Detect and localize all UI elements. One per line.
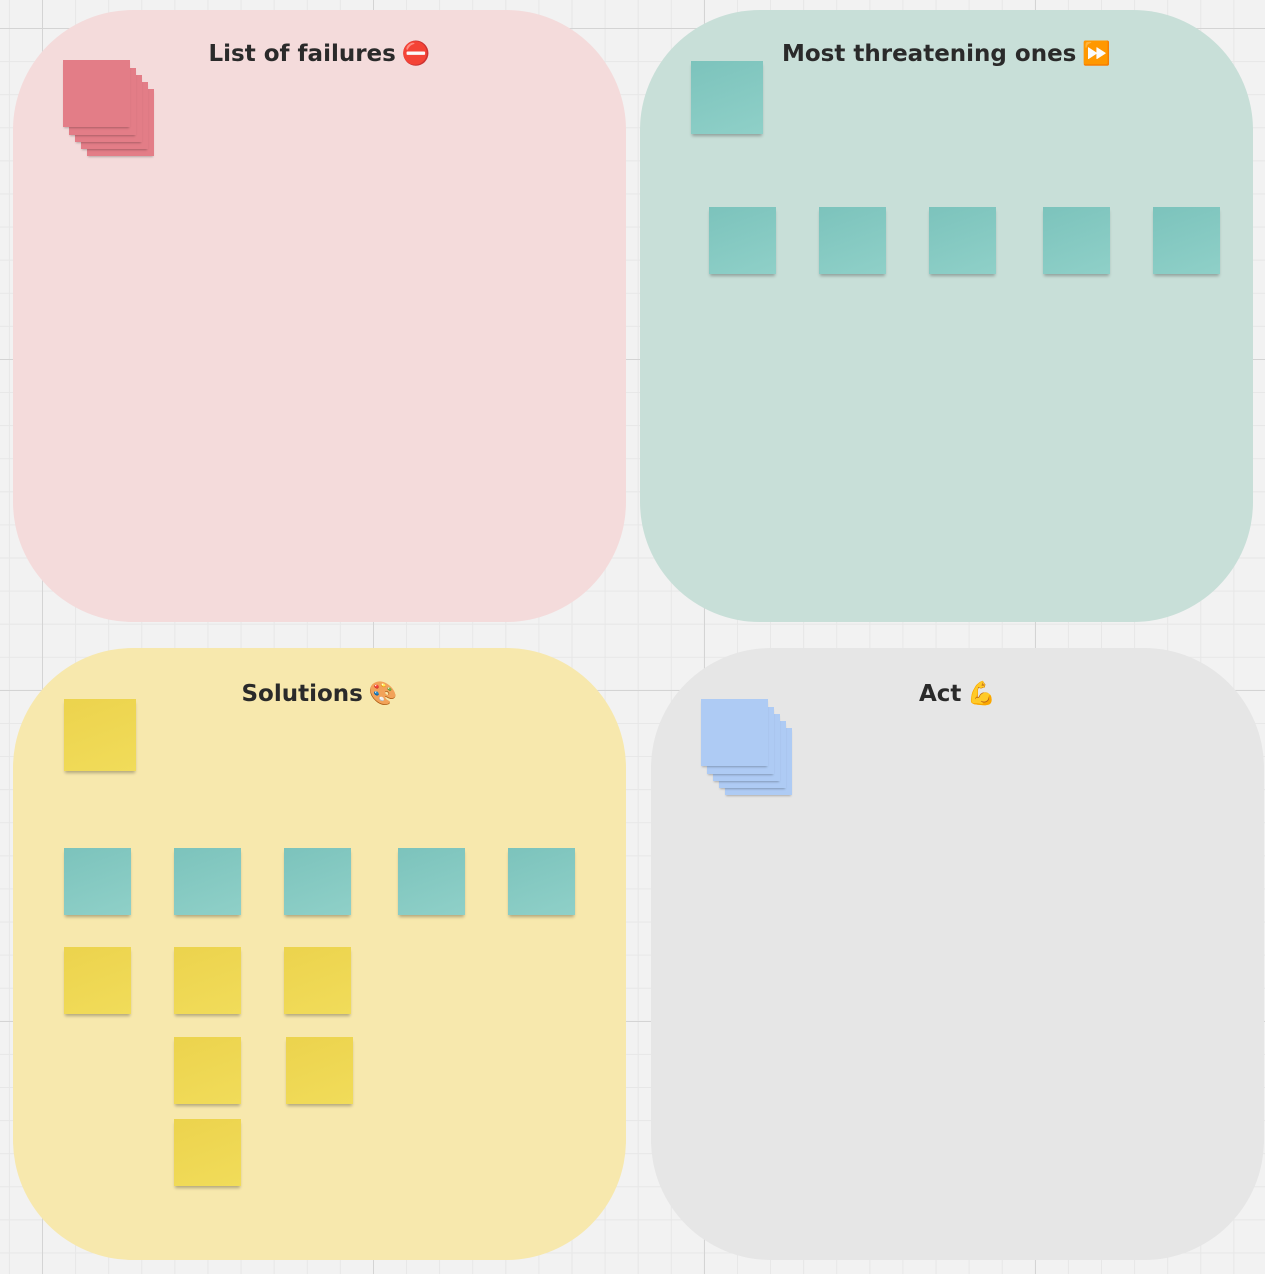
sticky-note[interactable] xyxy=(1043,207,1110,274)
sticky-note[interactable] xyxy=(64,848,131,915)
frame-title-text: Most threatening ones xyxy=(781,41,1077,67)
sticky-note[interactable] xyxy=(63,60,130,127)
frame-most-threatening-ones[interactable]: Most threatening ones ⏩ xyxy=(640,10,1253,622)
fast-forward-icon: ⏩ xyxy=(1082,41,1111,67)
sticky-note-stack[interactable] xyxy=(701,699,796,799)
frame-list-of-failures[interactable]: List of failures ⛔ xyxy=(13,10,626,622)
sticky-note[interactable] xyxy=(64,699,136,771)
sticky-note[interactable] xyxy=(174,947,241,1014)
sticky-note[interactable] xyxy=(174,848,241,915)
sticky-note[interactable] xyxy=(819,207,886,274)
sticky-note[interactable] xyxy=(174,1037,241,1104)
sticky-note[interactable] xyxy=(174,1119,241,1186)
palette-icon: 🎨 xyxy=(368,681,398,707)
frame-act[interactable]: Act 💪 xyxy=(651,648,1264,1260)
flexed-biceps-icon: 💪 xyxy=(967,681,997,707)
whiteboard-canvas[interactable]: List of failures ⛔ Most threatening ones ⏩… xyxy=(0,0,1265,1274)
sticky-note[interactable] xyxy=(709,207,776,274)
sticky-note[interactable] xyxy=(691,61,763,134)
sticky-note[interactable] xyxy=(284,947,351,1014)
sticky-note[interactable] xyxy=(286,1037,353,1104)
sticky-note[interactable] xyxy=(398,848,465,915)
sticky-note[interactable] xyxy=(701,699,768,766)
frame-title-text: Act xyxy=(918,681,962,707)
sticky-note[interactable] xyxy=(508,848,575,915)
frame-solutions[interactable]: Solutions 🎨 xyxy=(13,648,626,1260)
no-entry-icon: ⛔ xyxy=(401,41,431,67)
frame-title-text: Solutions xyxy=(241,681,363,707)
sticky-note[interactable] xyxy=(284,848,351,915)
frame-title-text: List of failures xyxy=(208,41,396,67)
sticky-note[interactable] xyxy=(1153,207,1220,274)
sticky-note-stack[interactable] xyxy=(63,60,158,160)
sticky-note[interactable] xyxy=(64,947,131,1014)
sticky-note[interactable] xyxy=(929,207,996,274)
